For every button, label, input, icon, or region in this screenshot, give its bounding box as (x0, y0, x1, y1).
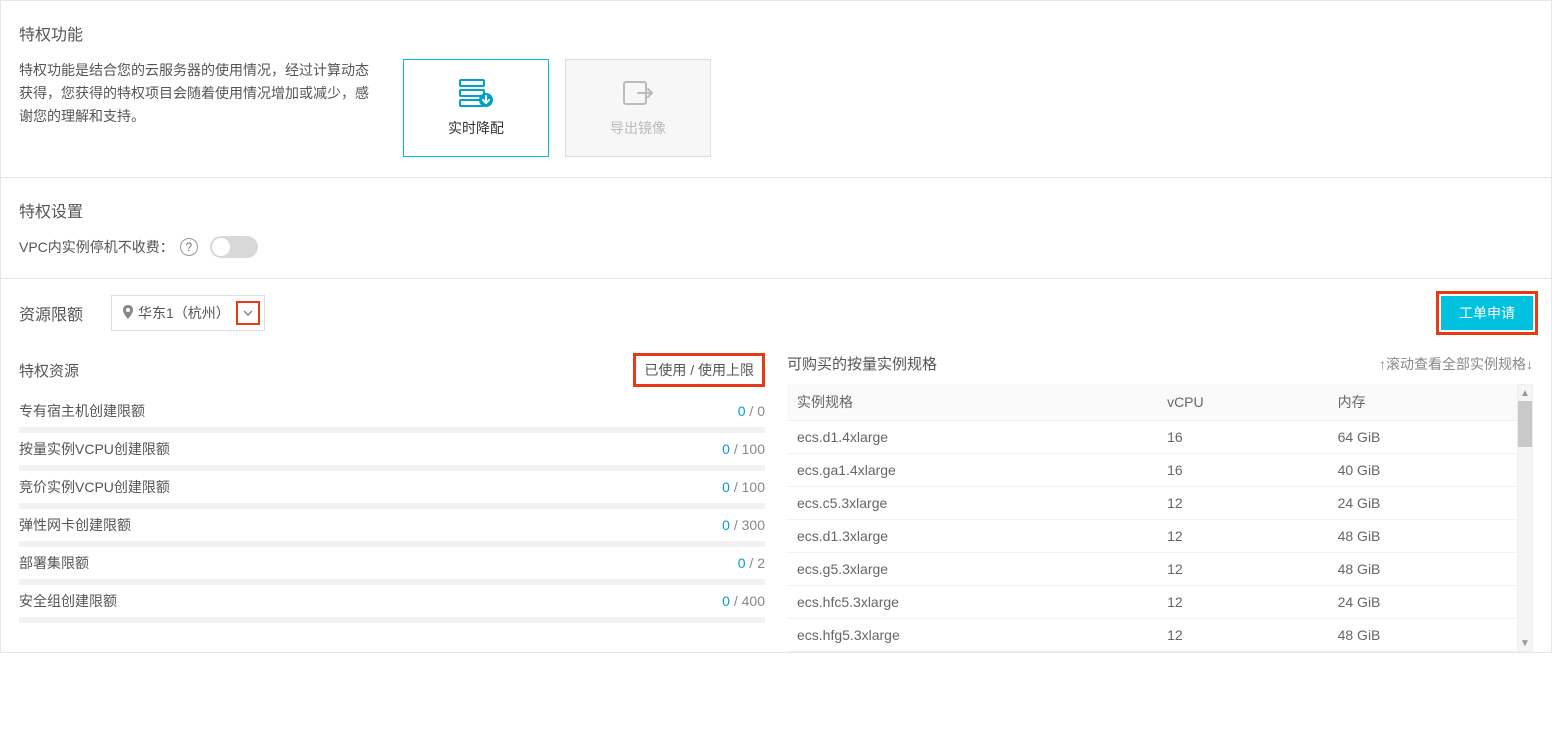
table-row[interactable]: ecs.hfc5.3xlarge1224 GiB (787, 586, 1517, 619)
cell-spec: ecs.hfg5.3xlarge (787, 619, 1157, 652)
quota-row: 竞价实例VCPU创建限额 0 / 100 (19, 477, 765, 509)
quota-progress-bar (19, 617, 765, 623)
cell-mem: 40 GiB (1328, 454, 1517, 487)
quota-progress-bar (19, 427, 765, 433)
feature-card-downgrade[interactable]: 实时降配 (403, 59, 549, 157)
cell-vcpu: 16 (1157, 454, 1328, 487)
instance-spec-panel: 可购买的按量实例规格 ↑滚动查看全部实例规格↓ 实例规格 vCPU 内存 (787, 353, 1533, 652)
quota-row-values: 0 / 400 (722, 593, 765, 609)
cell-vcpu: 12 (1157, 520, 1328, 553)
apply-ticket-button[interactable]: 工单申请 (1441, 296, 1533, 330)
table-row[interactable]: ecs.ga1.4xlarge1640 GiB (787, 454, 1517, 487)
cell-mem: 64 GiB (1328, 421, 1517, 454)
quota-row-values: 0 / 100 (722, 479, 765, 495)
cell-spec: ecs.hfc5.3xlarge (787, 586, 1157, 619)
scroll-up-icon[interactable]: ▲ (1520, 385, 1530, 401)
region-select[interactable]: 华东1（杭州） (111, 295, 265, 331)
features-title: 特权功能 (19, 21, 1533, 45)
quota-used: 0 (738, 403, 746, 419)
features-section: 特权功能 特权功能是结合您的云服务器的使用情况，经过计算动态获得，您获得的特权项… (1, 1, 1551, 178)
vpc-stop-no-charge-toggle[interactable] (210, 236, 258, 258)
scroll-down-icon[interactable]: ▼ (1520, 635, 1530, 651)
quota-used: 0 (738, 555, 746, 571)
col-spec: 实例规格 (787, 384, 1157, 421)
quota-row: 专有宿主机创建限额 0 / 0 (19, 401, 765, 433)
quota-progress-bar (19, 503, 765, 509)
cell-spec: ecs.g5.3xlarge (787, 553, 1157, 586)
scroll-hint: ↑滚动查看全部实例规格↓ (1379, 354, 1533, 374)
quota-row-values: 0 / 100 (722, 441, 765, 457)
quota-used: 0 (722, 441, 730, 457)
cell-vcpu: 12 (1157, 487, 1328, 520)
quota-progress-bar (19, 465, 765, 471)
quota-row: 部署集限额 0 / 2 (19, 553, 765, 585)
quota-row: 安全组创建限额 0 / 400 (19, 591, 765, 623)
quota-row-values: 0 / 2 (738, 555, 765, 571)
cell-spec: ecs.d1.4xlarge (787, 421, 1157, 454)
quota-row-label: 部署集限额 (19, 553, 89, 573)
feature-card-export-image: 导出镜像 (565, 59, 711, 157)
quota-section: 资源限额 华东1（杭州） 工单申请 特权资源 已使用 / 使用上限 专有宿主机创… (1, 279, 1551, 652)
cell-spec: ecs.ga1.4xlarge (787, 454, 1157, 487)
quota-row: 弹性网卡创建限额 0 / 300 (19, 515, 765, 547)
cell-spec: ecs.d1.3xlarge (787, 520, 1157, 553)
export-image-icon (620, 78, 656, 108)
quota-row: 按量实例VCPU创建限额 0 / 100 (19, 439, 765, 471)
quota-progress-bar (19, 579, 765, 585)
quota-used: 0 (722, 517, 730, 533)
instance-spec-title: 可购买的按量实例规格 (787, 353, 937, 374)
quota-title: 资源限额 (19, 301, 83, 325)
table-row[interactable]: ecs.d1.3xlarge1248 GiB (787, 520, 1517, 553)
privilege-resource-panel: 特权资源 已使用 / 使用上限 专有宿主机创建限额 0 / 0 按量实例VCPU创建… (19, 353, 765, 652)
table-row[interactable]: ecs.c5.3xlarge1224 GiB (787, 487, 1517, 520)
cell-vcpu: 12 (1157, 586, 1328, 619)
quota-row-label: 专有宿主机创建限额 (19, 401, 145, 421)
cell-vcpu: 16 (1157, 421, 1328, 454)
cell-spec: ecs.c5.3xlarge (787, 487, 1157, 520)
scroll-track[interactable] (1518, 401, 1532, 635)
chevron-down-icon[interactable] (236, 301, 260, 325)
cell-mem: 24 GiB (1328, 487, 1517, 520)
table-row[interactable]: ecs.hfg5.3xlarge1248 GiB (787, 619, 1517, 652)
quota-row-label: 弹性网卡创建限额 (19, 515, 131, 535)
region-label: 华东1（杭州） (138, 303, 230, 323)
table-row[interactable]: ecs.d1.4xlarge1664 GiB (787, 421, 1517, 454)
quota-row-label: 按量实例VCPU创建限额 (19, 439, 170, 459)
settings-vpc-label: VPC内实例停机不收费： (19, 237, 174, 257)
feature-card-downgrade-label: 实时降配 (448, 118, 504, 138)
cell-vcpu: 12 (1157, 619, 1328, 652)
cell-mem: 24 GiB (1328, 586, 1517, 619)
scroll-thumb[interactable] (1518, 401, 1532, 447)
feature-card-export-image-label: 导出镜像 (610, 118, 666, 138)
cell-mem: 48 GiB (1328, 619, 1517, 652)
spec-scrollbar[interactable]: ▲ ▼ (1517, 384, 1533, 652)
cell-mem: 48 GiB (1328, 553, 1517, 586)
quota-row-values: 0 / 0 (738, 403, 765, 419)
help-icon[interactable]: ? (180, 238, 198, 256)
cell-mem: 48 GiB (1328, 520, 1517, 553)
quota-row-label: 安全组创建限额 (19, 591, 117, 611)
settings-section: 特权设置 VPC内实例停机不收费： ? (1, 178, 1551, 279)
col-mem: 内存 (1328, 384, 1517, 421)
used-limit-header: 已使用 / 使用上限 (633, 353, 765, 387)
quota-row-label: 竞价实例VCPU创建限额 (19, 477, 170, 497)
quota-progress-bar (19, 541, 765, 547)
server-download-icon (458, 78, 494, 108)
cell-vcpu: 12 (1157, 553, 1328, 586)
quota-used: 0 (722, 479, 730, 495)
quota-used: 0 (722, 593, 730, 609)
settings-title: 特权设置 (19, 198, 1533, 222)
col-vcpu: vCPU (1157, 384, 1328, 421)
table-row[interactable]: ecs.g5.3xlarge1248 GiB (787, 553, 1517, 586)
privilege-resource-title: 特权资源 (19, 360, 79, 381)
instance-spec-table: 实例规格 vCPU 内存 ecs.d1.4xlarge1664 GiBecs.g… (787, 384, 1517, 652)
quota-row-values: 0 / 300 (722, 517, 765, 533)
location-pin-icon (122, 305, 134, 322)
features-description: 特权功能是结合您的云服务器的使用情况，经过计算动态获得，您获得的特权项目会随着使… (19, 59, 379, 128)
